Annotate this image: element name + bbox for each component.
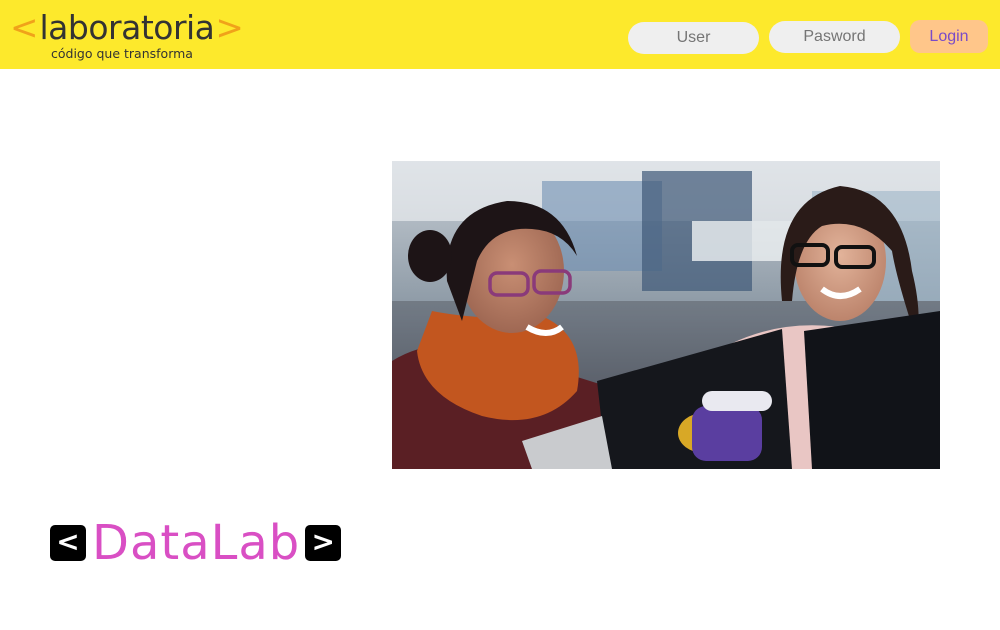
top-header: < laboratoria > código que transforma Lo… — [0, 0, 1000, 69]
logo-tagline: código que transforma — [51, 46, 193, 61]
logo-bracket-open: < — [10, 8, 39, 48]
chevron-right-icon: > — [311, 525, 335, 558]
next-arrow-button[interactable]: > — [305, 525, 342, 561]
logo-wordmark: laboratoria — [39, 8, 215, 47]
hero-photo — [392, 161, 940, 469]
chevron-left-icon: < — [56, 525, 80, 558]
login-button[interactable]: Login — [910, 20, 988, 53]
hero-photo-illustration — [392, 161, 940, 469]
datalab-brand: < DataLab > — [50, 515, 342, 571]
datalab-title: DataLab — [92, 515, 301, 571]
user-input[interactable] — [628, 22, 759, 54]
logo-bracket-close: > — [215, 8, 244, 48]
password-input[interactable] — [769, 21, 900, 53]
prev-arrow-button[interactable]: < — [50, 525, 86, 561]
logo-main: < laboratoria > — [10, 8, 244, 48]
laboratoria-logo[interactable]: < laboratoria > código que transforma — [10, 8, 244, 64]
